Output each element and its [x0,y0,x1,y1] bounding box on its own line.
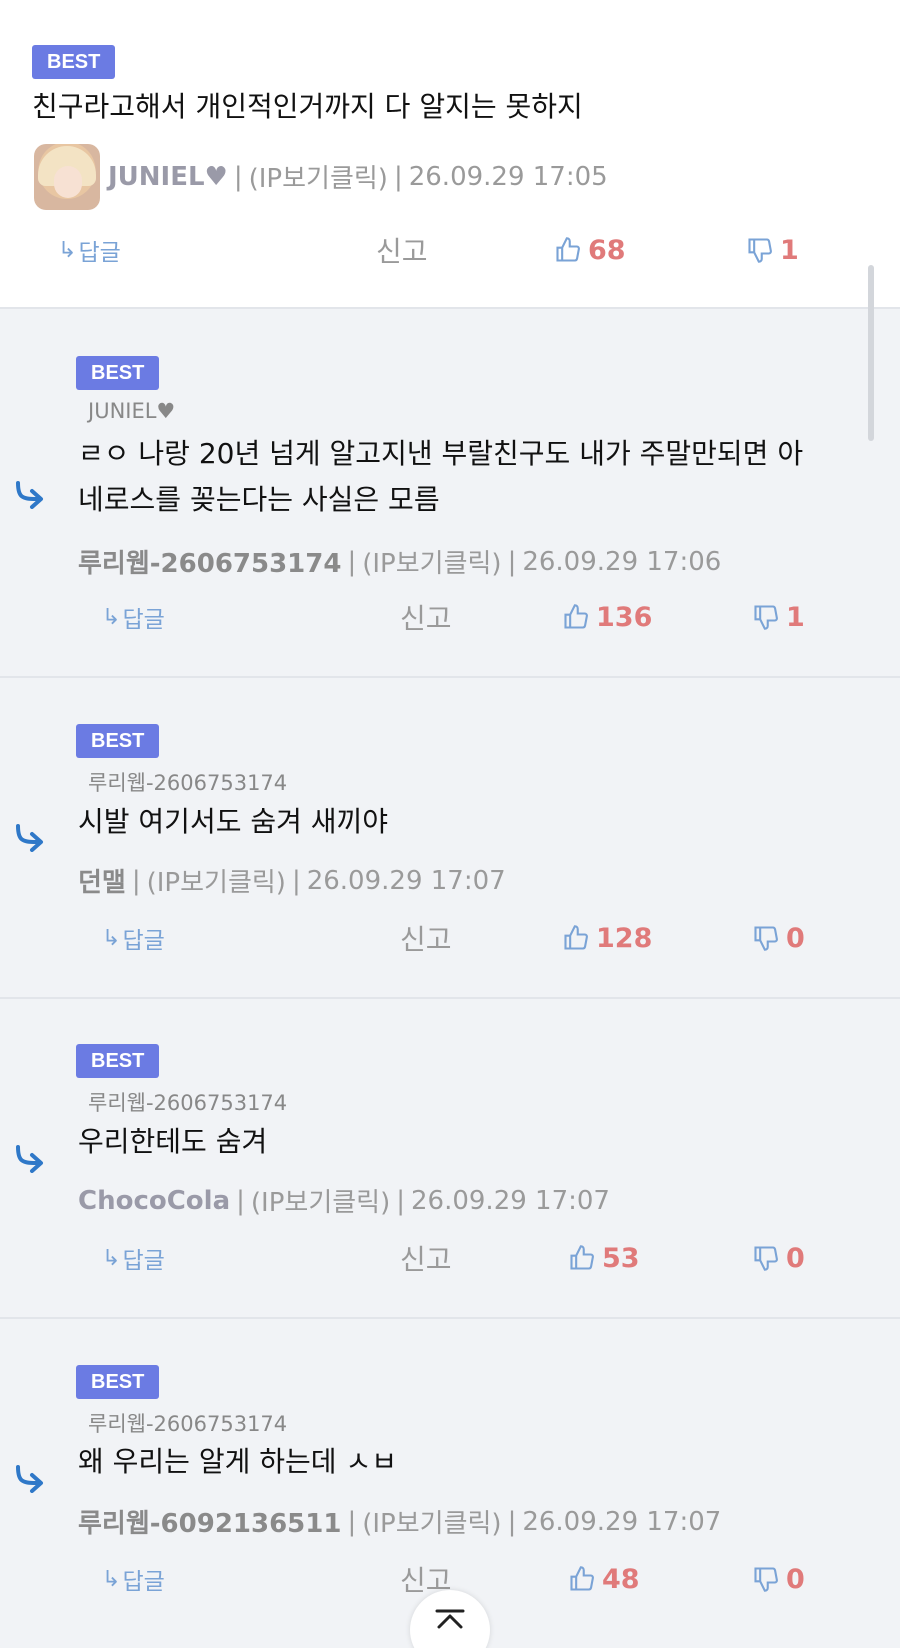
ip-view-link[interactable]: (IP보기클릭) [251,1182,390,1219]
reply-button[interactable]: ↳ 답글 [58,230,121,270]
comment-text: 왜 우리는 알게 하는데 ㅅㅂ [78,1445,397,1478]
like-button[interactable]: 128 [562,918,652,958]
reply-arrow-icon: ↳ [102,925,121,951]
comment-meta: JUNIEL♥ | (IP보기클릭) | 26.09.29 17:05 [108,158,608,195]
like-count: 68 [588,234,626,266]
like-count: 136 [596,601,653,633]
thumbs-down-icon [754,605,778,630]
reply-arrow-icon: ↳ [102,604,121,630]
dislike-count: 0 [786,1563,805,1595]
reply-arrow-icon [16,824,43,852]
best-badge: BEST [76,1365,160,1399]
report-button[interactable]: 신고 [400,597,452,637]
like-count: 53 [602,1242,640,1274]
comment-actions: ↳ 답글 신고 136 1 [0,597,900,637]
comment-text: 시발 여기서도 숨겨 새끼야 [78,805,389,838]
dislike-count: 0 [786,1242,805,1274]
report-button[interactable]: 신고 [400,918,452,958]
reply-button[interactable]: ↳ 답글 [102,1238,165,1278]
dislike-count: 0 [786,922,805,954]
thumbs-up-icon [570,1245,594,1270]
report-button[interactable]: 신고 [400,1238,452,1278]
author-name[interactable]: 루리웹-2606753174 [78,543,341,580]
reply-comment-item: BEST JUNIEL♥ ㄹㅇ 나랑 20년 넘게 알고지낸 부랄친구도 내가 … [0,309,900,678]
dislike-button[interactable]: 0 [752,1238,805,1278]
dislike-count: 1 [780,234,799,266]
thumbs-up-icon [564,925,588,950]
reply-to-author: 루리웹-2606753174 [88,771,288,795]
dislike-count: 1 [786,601,805,633]
timestamp: 26.09.29 17:05 [408,161,608,192]
thumbs-down-icon [754,1246,778,1271]
report-button[interactable]: 신고 [376,230,428,270]
comment-meta: ChocoCola | (IP보기클릭) | 26.09.29 17:07 [78,1182,610,1219]
reply-to-author: 루리웹-2606753174 [88,1412,288,1436]
comment-actions: ↳ 답글 신고 128 0 [0,918,900,958]
dislike-button[interactable]: 1 [752,597,805,637]
timestamp: 26.09.29 17:07 [411,1185,610,1216]
best-badge: BEST [76,356,160,390]
reply-arrow-icon [16,481,43,509]
comment-text: 우리한테도 숨겨 [78,1125,268,1158]
scrollbar-thumb[interactable] [868,265,874,441]
reply-button[interactable]: ↳ 답글 [102,1559,165,1599]
ip-view-link[interactable]: (IP보기클릭) [147,862,286,899]
like-button[interactable]: 68 [554,230,626,270]
avatar[interactable] [34,144,100,210]
reply-button[interactable]: ↳ 답글 [102,918,165,958]
reply-comment-item: BEST 루리웹-2606753174 우리한테도 숨겨 ChocoCola |… [0,999,900,1319]
thumbs-up-icon [564,604,588,629]
reply-comment-item: BEST 루리웹-2606753174 시발 여기서도 숨겨 새끼야 던맬 | … [0,678,900,999]
author-name[interactable]: 던맬 [78,862,126,899]
author-name[interactable]: 루리웹-6092136511 [78,1503,341,1540]
reply-arrow-icon: ↳ [58,237,77,263]
comment-item: BEST 친구라고해서 개인적인거까지 다 알지는 못하지 JUNIEL♥ | … [0,0,900,309]
comment-meta: 루리웹-2606753174 | (IP보기클릭) | 26.09.29 17:… [78,543,721,580]
dislike-button[interactable]: 0 [752,1559,805,1599]
ip-view-link[interactable]: (IP보기클릭) [362,543,501,580]
reply-button[interactable]: ↳ 답글 [102,597,165,637]
reply-arrow-icon: ↳ [102,1566,121,1592]
thumbs-down-icon [754,926,778,951]
like-button[interactable]: 136 [562,597,652,637]
ip-view-link[interactable]: (IP보기클릭) [362,1503,501,1540]
comment-actions: ↳ 답글 신고 68 1 [0,230,900,270]
thumbs-down-icon [748,238,772,263]
like-button[interactable]: 53 [568,1238,640,1278]
author-name[interactable]: JUNIEL♥ [108,162,228,192]
chevron-up-icon [435,1609,465,1629]
thumbs-up-icon [556,237,580,262]
comment-meta: 던맬 | (IP보기클릭) | 26.09.29 17:07 [78,862,506,899]
reply-arrow-icon: ↳ [102,1245,121,1271]
reply-to-author: 루리웹-2606753174 [88,1091,288,1115]
like-count: 48 [602,1563,640,1595]
comment-text: 친구라고해서 개인적인거까지 다 알지는 못하지 [32,90,583,123]
like-button[interactable]: 48 [568,1559,640,1599]
best-badge: BEST [32,45,116,79]
comment-text-line2: 네로스를 꽂는다는 사실은 모름 [78,483,440,516]
timestamp: 26.09.29 17:07 [306,865,506,896]
best-badge: BEST [76,1044,160,1078]
dislike-button[interactable]: 1 [746,230,799,270]
reply-to-author: JUNIEL♥ [88,399,176,423]
timestamp: 26.09.29 17:06 [522,546,722,577]
best-badge: BEST [76,724,160,758]
dislike-button[interactable]: 0 [752,918,805,958]
author-name[interactable]: ChocoCola [78,1186,230,1216]
comment-meta: 루리웹-6092136511 | (IP보기클릭) | 26.09.29 17:… [78,1503,721,1540]
comment-text-line1: ㄹㅇ 나랑 20년 넘게 알고지낸 부랄친구도 내가 주말만되면 아 [78,437,804,470]
timestamp: 26.09.29 17:07 [522,1506,722,1537]
reply-arrow-icon [16,1465,43,1493]
like-count: 128 [596,922,653,954]
comment-actions: ↳ 답글 신고 53 0 [0,1238,900,1278]
thumbs-down-icon [754,1567,778,1592]
thumbs-up-icon [570,1566,594,1591]
reply-arrow-icon [16,1145,43,1173]
ip-view-link[interactable]: (IP보기클릭) [249,158,388,195]
